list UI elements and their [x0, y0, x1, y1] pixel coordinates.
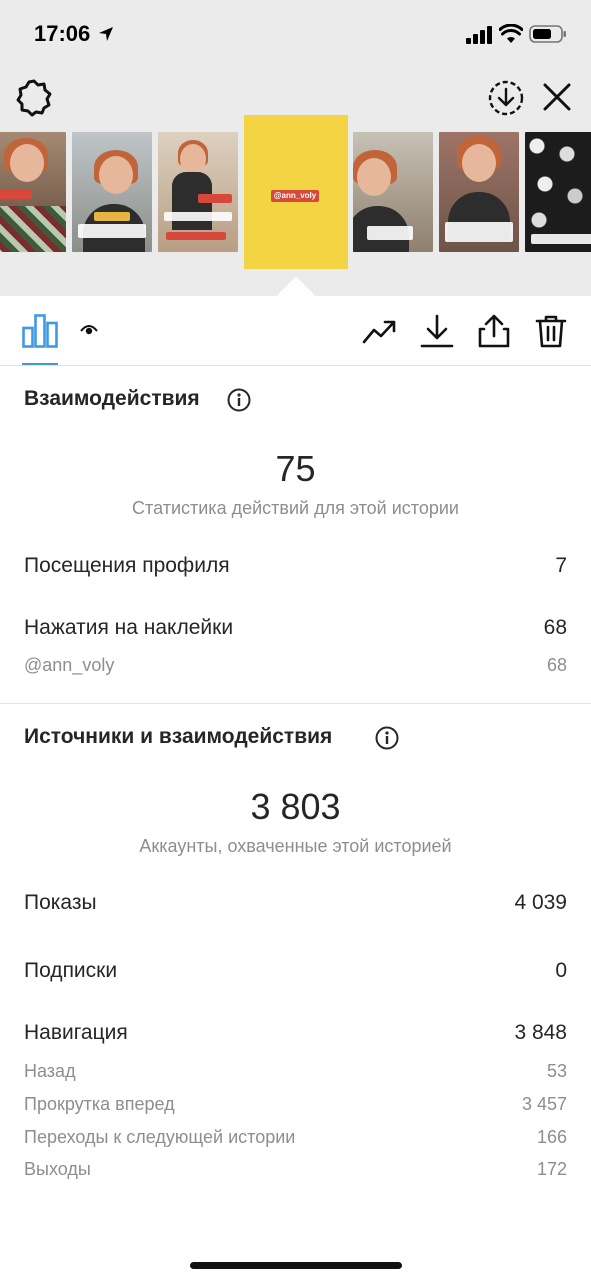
nav-forward-label: Прокрутка вперед [24, 1094, 175, 1114]
story-thumbnail[interactable] [525, 132, 591, 252]
story-thumbnail[interactable] [439, 132, 519, 252]
nav-back-label: Назад [24, 1061, 76, 1081]
reach-caption: Аккаунты, охваченные этой историей [139, 836, 452, 856]
nav-next-story-value: 166 [536, 1127, 567, 1147]
nav-next-story-label: Переходы к следующей истории [24, 1127, 296, 1147]
reach-total: 3 803 [250, 786, 341, 827]
nav-exits-label: Выходы [24, 1159, 91, 1179]
info-icon[interactable] [227, 388, 251, 412]
bar-chart-icon[interactable] [22, 314, 58, 348]
profile-visits-label: Посещения профиля [24, 554, 230, 577]
share-icon[interactable] [477, 314, 511, 348]
profile-visits-value: 7 [555, 554, 567, 577]
info-icon[interactable] [375, 726, 399, 750]
trend-icon[interactable] [362, 314, 396, 348]
location-arrow-icon [99, 27, 113, 41]
selected-story-thumbnail[interactable]: @ann_voly [244, 115, 348, 269]
follows-label: Подписки [24, 959, 118, 982]
navigation-label: Навигация [24, 1021, 128, 1044]
nav-exits-value: 172 [536, 1159, 567, 1179]
follows-value: 0 [555, 959, 567, 982]
interactions-caption: Статистика действий для этой истории [132, 498, 459, 518]
insights-toolbar [0, 296, 591, 366]
battery-icon [529, 25, 566, 43]
home-indicator[interactable] [190, 1262, 402, 1269]
active-tab-indicator [22, 363, 58, 365]
eye-icon[interactable] [80, 324, 98, 336]
download-circle-icon[interactable] [486, 78, 526, 118]
sticker-taps-label: Нажатия на наклейки [24, 616, 234, 639]
download-icon[interactable] [420, 314, 454, 348]
cellular-signal-icon [466, 26, 492, 44]
story-thumbnail[interactable] [353, 132, 433, 252]
interactions-title: Взаимодействия [24, 387, 200, 410]
sticker-mention-value: 68 [546, 655, 567, 675]
status-bar: 17:06 [0, 0, 591, 70]
impressions-value: 4 039 [514, 891, 567, 914]
interactions-total: 75 [275, 448, 316, 489]
story-thumbnail[interactable] [158, 132, 238, 252]
section-divider [0, 703, 591, 704]
status-time: 17:06 [34, 21, 91, 46]
wifi-icon [499, 24, 523, 43]
impressions-label: Показы [24, 891, 97, 914]
story-thumbnail[interactable] [0, 132, 66, 252]
close-icon[interactable] [540, 80, 574, 114]
sticker-taps-value: 68 [543, 616, 567, 639]
gear-icon[interactable] [14, 78, 54, 118]
trash-icon[interactable] [534, 314, 568, 348]
navigation-value: 3 848 [514, 1021, 567, 1044]
nav-forward-value: 3 457 [521, 1094, 567, 1114]
story-thumbnail[interactable] [72, 132, 152, 252]
mention-sticker: @ann_voly [271, 190, 319, 202]
nav-back-value: 53 [546, 1061, 567, 1081]
sticker-mention-label: @ann_voly [24, 655, 115, 675]
discovery-title: Источники и взаимодействия [24, 725, 333, 748]
